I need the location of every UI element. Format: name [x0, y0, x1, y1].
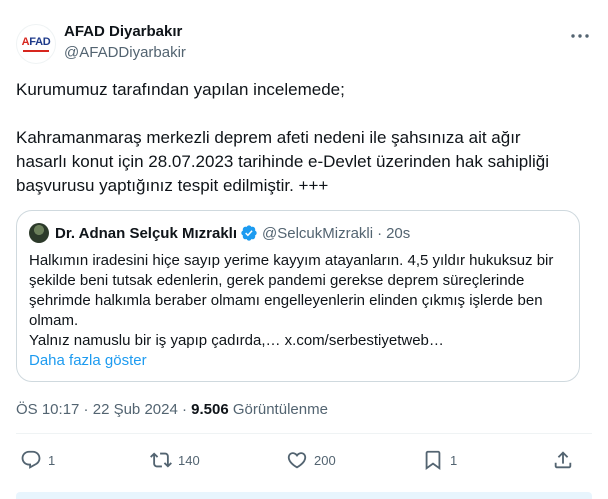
quoted-separator: · [377, 224, 383, 242]
author-handle[interactable]: @AFADDiyarbakir [64, 43, 186, 63]
tweet-date[interactable]: 22 Şub 2024 [93, 401, 178, 418]
action-bar: 1 140 200 1 [16, 446, 592, 476]
bookmark-count: 1 [450, 452, 458, 468]
retweet-button[interactable]: 140 [150, 449, 200, 471]
author-display-name[interactable]: AFAD Diyarbakır [64, 22, 186, 42]
tweet-text: Kurumumuz tarafından yapılan incelemede;… [16, 78, 576, 198]
more-dots-icon[interactable] [568, 24, 592, 48]
meta-separator: · [79, 401, 93, 418]
quoted-tweet[interactable]: Dr. Adnan Selçuk Mızraklı @SelcukMizrakl… [16, 210, 580, 382]
tweet-header: AFAD AFAD Diyarbakır @AFADDiyarbakir [16, 20, 592, 64]
retweet-count: 140 [178, 452, 200, 468]
avatar[interactable]: AFAD [16, 24, 56, 64]
share-button[interactable] [552, 449, 574, 471]
quoted-paragraph-1: Halkımın iradesini hiçe sayıp yerime kay… [29, 252, 554, 329]
tweet-meta: ÖS 10:17 · 22 Şub 2024 · 9.506 Görüntüle… [16, 400, 328, 420]
views-label: Görüntülenme [228, 401, 328, 418]
author-names: AFAD Diyarbakır @AFADDiyarbakir [64, 22, 186, 63]
afad-logo: AFAD [21, 35, 51, 52]
heart-icon [287, 452, 307, 469]
views-count: 9.506 [191, 401, 229, 418]
retweet-icon [150, 452, 172, 468]
quoted-avatar [29, 223, 49, 243]
quoted-tweet-header: Dr. Adnan Selçuk Mızraklı @SelcukMizrakl… [29, 223, 410, 243]
tweet-time[interactable]: ÖS 10:17 [16, 401, 79, 418]
quoted-text: Halkımın iradesini hiçe sayıp yerime kay… [29, 251, 569, 371]
reply-icon [21, 450, 41, 469]
reply-button[interactable]: 1 [20, 449, 55, 471]
tweet-card: AFAD AFAD Diyarbakır @AFADDiyarbakir Kur… [0, 0, 608, 499]
like-button[interactable]: 200 [286, 449, 336, 471]
quoted-display-name: Dr. Adnan Selçuk Mızraklı [55, 224, 237, 242]
reply-area-edge [16, 492, 592, 499]
share-icon [554, 451, 572, 469]
reply-count: 1 [48, 452, 56, 468]
tweet-text-line-2: Kahramanmaraş merkezli deprem afeti nede… [16, 128, 550, 195]
bookmark-button[interactable]: 1 [422, 449, 457, 471]
divider [16, 433, 592, 434]
meta-separator: · [177, 401, 192, 418]
quoted-handle: @SelcukMizrakli [262, 224, 374, 242]
tweet-text-line-1: Kurumumuz tarafından yapılan incelemede; [16, 80, 345, 99]
like-count: 200 [314, 452, 336, 468]
quoted-paragraph-2: Yalnız namuslu bir iş yapıp çadırda,… x.… [29, 332, 444, 349]
afad-logo-text: AFAD [21, 35, 51, 48]
verified-badge-icon [241, 225, 257, 241]
quoted-time: 20s [386, 224, 411, 242]
show-more-link[interactable]: Daha fazla göster [29, 352, 147, 369]
bookmark-icon [425, 450, 441, 471]
